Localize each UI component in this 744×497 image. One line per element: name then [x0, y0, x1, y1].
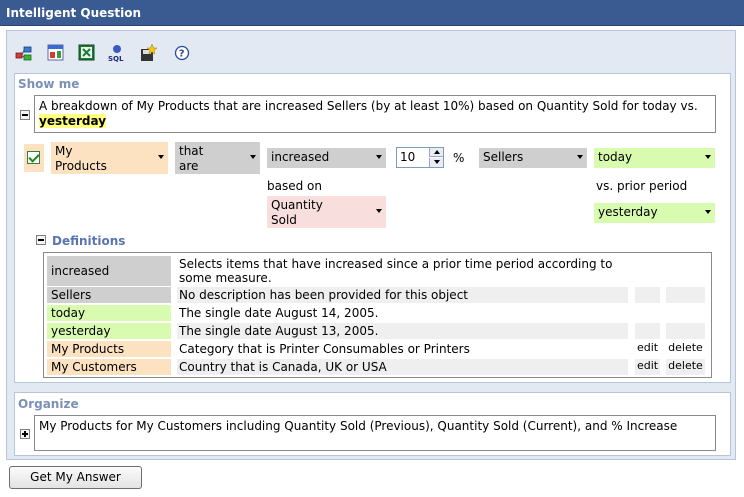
- hierarchy-icon[interactable]: [15, 44, 33, 62]
- table-row: yesterday The single date August 13, 200…: [44, 323, 711, 339]
- sentence-text: A breakdown of My Products that are incr…: [39, 99, 698, 113]
- table-row: My Products Category that is Printer Con…: [44, 341, 711, 357]
- help-icon[interactable]: ?: [173, 44, 191, 62]
- definition-term: My Customers: [47, 359, 171, 375]
- chevron-down-icon: [705, 155, 711, 159]
- edit-link: [635, 287, 660, 303]
- chevron-down-icon: [158, 155, 164, 159]
- chevron-down-icon: [577, 155, 583, 159]
- table-row: today The single date August 14, 2005.: [44, 305, 711, 321]
- delete-link[interactable]: delete: [666, 359, 705, 375]
- definitions-table: increased Selects items that have increa…: [43, 252, 712, 378]
- chevron-down-icon: [376, 209, 382, 213]
- sql-icon[interactable]: SQL: [108, 44, 126, 63]
- based-on-dropdown[interactable]: Quantity Sold: [267, 196, 386, 228]
- direction-value: increased: [271, 150, 330, 164]
- table-row: My Customers Country that is Canada, UK …: [44, 359, 711, 375]
- decrement-icon[interactable]: [429, 158, 443, 167]
- vs-prior-period-label: vs. prior period: [596, 179, 688, 193]
- period-value: today: [598, 150, 633, 164]
- organize-sentence: My Products for My Customers including Q…: [34, 415, 716, 451]
- period-dropdown[interactable]: today: [594, 148, 715, 168]
- chart-icon[interactable]: [47, 44, 65, 62]
- get-my-answer-button[interactable]: Get My Answer: [9, 466, 142, 489]
- definition-term: increased: [47, 256, 171, 286]
- show-me-label: Show me: [18, 77, 80, 91]
- definition-description: Country that is Canada, UK or USA: [177, 359, 628, 375]
- based-on-value: Quantity Sold: [271, 198, 323, 227]
- definition-term: Sellers: [47, 287, 171, 303]
- increment-icon[interactable]: [429, 148, 443, 157]
- table-row: Sellers No description has been provided…: [44, 287, 711, 303]
- relation-value: that are: [179, 144, 204, 173]
- subject-dropdown[interactable]: My Products: [51, 142, 168, 174]
- table-row: increased Selects items that have increa…: [44, 256, 711, 286]
- measure-type-value: Sellers: [483, 150, 524, 164]
- chevron-down-icon: [705, 210, 711, 214]
- edit-link: [635, 323, 660, 339]
- definition-description: No description has been provided for thi…: [177, 287, 628, 303]
- delete-link[interactable]: delete: [666, 341, 705, 357]
- definition-term: today: [47, 305, 171, 321]
- svg-text:SQL: SQL: [108, 55, 124, 62]
- organize-label: Organize: [18, 397, 79, 411]
- prior-period-value: yesterday: [598, 205, 658, 219]
- percent-sign: %: [453, 151, 465, 165]
- delete-link: [666, 323, 705, 339]
- amount-stepper[interactable]: 10: [396, 147, 444, 168]
- amount-value: 10: [400, 150, 416, 164]
- definition-term: yesterday: [47, 323, 171, 339]
- chevron-down-icon: [376, 155, 382, 159]
- definition-description: The single date August 13, 2005.: [177, 323, 628, 339]
- definition-term: My Products: [47, 341, 171, 357]
- prior-period-dropdown[interactable]: yesterday: [594, 203, 715, 223]
- delete-link: [666, 287, 705, 303]
- collapse-show-me-icon[interactable]: [20, 110, 30, 120]
- criteria-checkbox[interactable]: [27, 151, 40, 164]
- definition-description: Selects items that have increased since …: [179, 257, 613, 285]
- excel-icon[interactable]: [78, 44, 96, 62]
- question-sentence: A breakdown of My Products that are incr…: [34, 95, 716, 133]
- edit-link[interactable]: edit: [635, 341, 660, 357]
- direction-dropdown[interactable]: increased: [267, 148, 386, 168]
- chevron-down-icon: [250, 155, 256, 159]
- relation-dropdown[interactable]: that are: [175, 142, 260, 174]
- expand-organize-icon[interactable]: [20, 429, 30, 439]
- measure-type-dropdown[interactable]: Sellers: [479, 148, 587, 168]
- svg-text:?: ?: [179, 49, 185, 60]
- definitions-label[interactable]: Definitions: [52, 234, 125, 248]
- window-title: Intelligent Question: [0, 0, 744, 26]
- collapse-definitions-icon[interactable]: [36, 235, 46, 245]
- edit-link[interactable]: edit: [635, 359, 660, 375]
- save-favorite-icon[interactable]: [139, 43, 158, 62]
- sentence-highlight: yesterday: [39, 114, 107, 128]
- based-on-label: based on: [267, 179, 322, 193]
- subject-value: My Products: [55, 144, 107, 173]
- definition-description: Category that is Printer Consumables or …: [179, 342, 470, 356]
- definition-description: The single date August 14, 2005.: [179, 306, 379, 320]
